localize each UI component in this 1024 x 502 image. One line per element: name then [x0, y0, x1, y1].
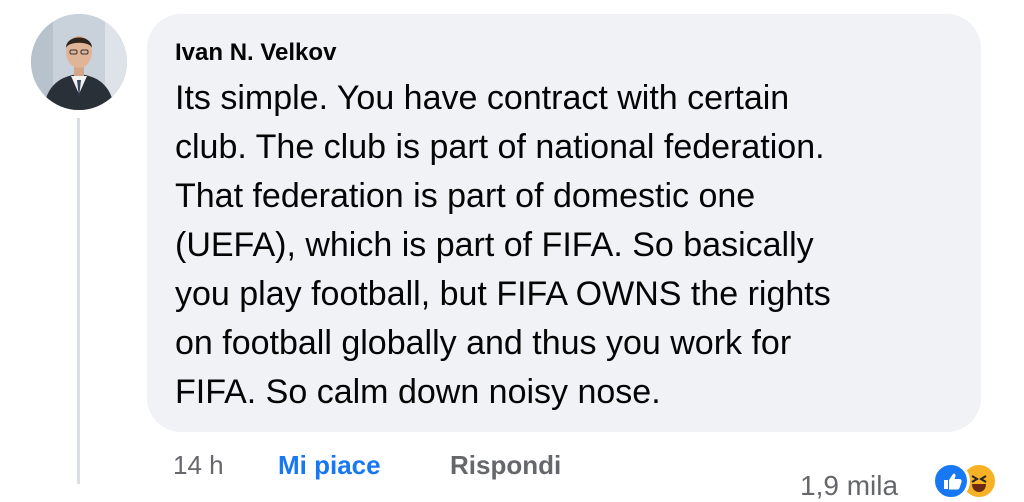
comment-author[interactable]: Ivan N. Velkov [175, 38, 951, 68]
comment-line: FIFA. So calm down noisy nose. [175, 373, 661, 411]
reaction-count: 1,9 mila [800, 470, 899, 501]
comment-line: you play football, but FIFA OWNS the rig… [175, 275, 831, 313]
comment-text: Its simple. You have contract with certa… [175, 74, 951, 417]
avatar[interactable] [31, 14, 127, 110]
comment-line: club. The club is part of national feder… [175, 128, 825, 166]
comment-timestamp[interactable]: 14 h [173, 450, 224, 480]
profile-photo [31, 14, 127, 110]
like-icon [932, 462, 970, 500]
thread-line [77, 118, 80, 484]
reactions-summary[interactable]: 1,9 mila [800, 462, 1024, 502]
comment-line: Its simple. You have contract with certa… [175, 79, 790, 117]
like-button[interactable]: Mi piace [278, 450, 381, 480]
reply-button[interactable]: Rispondi [450, 450, 561, 480]
comment-line: on football globally and thus you work f… [175, 324, 792, 362]
comment-line: That federation is part of domestic one [175, 177, 756, 215]
comment-line: (UEFA), which is part of FIFA. So basica… [175, 226, 814, 264]
comment-bubble: Ivan N. Velkov Its simple. You have cont… [147, 14, 981, 432]
